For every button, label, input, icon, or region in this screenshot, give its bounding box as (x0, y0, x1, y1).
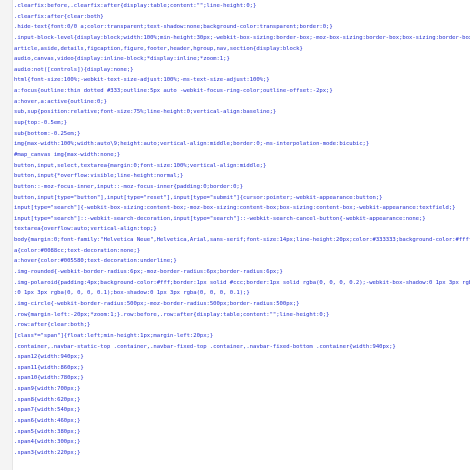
code-text: .span8{width:620px;} (14, 396, 81, 403)
code-line[interactable]: input[type="search"]::-webkit-search-dec… (0, 214, 470, 225)
code-line[interactable]: a:focus{outline:thin dotted #333;outline… (0, 86, 470, 97)
code-text: button,input{*overflow:visible;line-heig… (14, 173, 184, 180)
code-text: a{color:#0088cc;text-decoration:none;} (14, 247, 141, 254)
code-text: .span10{width:780px;} (14, 375, 84, 382)
code-text: [class*="span"]{float:left;min-height:1p… (14, 332, 214, 339)
code-line[interactable]: button,input,select,textarea{margin:0;fo… (0, 161, 470, 172)
code-text: button::-moz-focus-inner,input::-moz-foc… (14, 183, 244, 190)
code-text: button,input[type="button"],input[type="… (14, 194, 383, 201)
code-line[interactable]: a{color:#0088cc;text-decoration:none;} (0, 246, 470, 257)
code-text: .img-rounded{-webkit-border-radius:6px;-… (14, 269, 283, 276)
code-text: button,input,select,textarea{margin:0;fo… (14, 162, 267, 169)
code-line[interactable]: .container,.navbar-static-top .container… (0, 342, 470, 353)
code-text: .clearfix:after{clear:both} (14, 13, 104, 20)
code-line[interactable]: .row{margin-left:-20px;*zoom:1;}.row:bef… (0, 310, 470, 321)
code-line[interactable]: article,aside,details,figcaption,figure,… (0, 44, 470, 55)
code-text: a:hover{color:#005580;text-decoration:un… (14, 258, 177, 265)
code-text: textarea{overflow:auto;vertical-align:to… (14, 226, 157, 233)
code-text: sup{top:-0.5em;} (14, 120, 68, 127)
code-text: article,aside,details,figcaption,figure,… (14, 45, 303, 52)
code-line[interactable]: #map_canvas img{max-width:none;} (0, 150, 470, 161)
code-text: .span5{width:380px;} (14, 428, 81, 435)
code-line[interactable]: .img-rounded{-webkit-border-radius:6px;-… (0, 267, 470, 278)
code-text: :0 1px 3px rgba(0, 0, 0, 0.1);box-shadow… (14, 290, 250, 297)
code-text: .hide-text{font:0/0 a;color:transparent;… (14, 24, 333, 31)
code-text: input[type="search"]::-webkit-search-dec… (14, 215, 426, 222)
code-line[interactable]: button,input{*overflow:visible;line-heig… (0, 171, 470, 182)
code-line[interactable]: .span9{width:700px;} (0, 384, 470, 395)
code-line[interactable]: textarea{overflow:auto;vertical-align:to… (0, 224, 470, 235)
code-line[interactable]: .img-circle{-webkit-border-radius:500px;… (0, 299, 470, 310)
code-text: img{max-width:100%;width:auto\9;height:a… (14, 141, 370, 148)
code-text: input[type="search"]{-webkit-box-sizing:… (14, 205, 456, 212)
code-line[interactable]: .span7{width:540px;} (0, 405, 470, 416)
code-line[interactable]: body{margin:0;font-family:"Helvetica Neu… (0, 235, 470, 246)
code-line[interactable]: button::-moz-focus-inner,input::-moz-foc… (0, 182, 470, 193)
code-line[interactable]: button,input[type="button"],input[type="… (0, 193, 470, 204)
code-text: .span4{width:300px;} (14, 439, 81, 446)
code-line[interactable]: :0 1px 3px rgba(0, 0, 0, 0.1);box-shadow… (0, 288, 470, 299)
code-line[interactable]: html{font-size:100%;-webkit-text-size-ad… (0, 75, 470, 86)
code-line[interactable]: .span10{width:780px;} (0, 373, 470, 384)
code-text: .row{margin-left:-20px;*zoom:1;}.row:bef… (14, 311, 330, 318)
code-line[interactable]: .span3{width:220px;} (0, 448, 470, 459)
code-line[interactable]: [class*="span"]{float:left;min-height:1p… (0, 331, 470, 342)
code-line[interactable]: .span8{width:620px;} (0, 395, 470, 406)
code-text: sub,sup{position:relative;font-size:75%;… (14, 109, 277, 116)
code-line[interactable]: .row:after{clear:both;} (0, 320, 470, 331)
code-line[interactable]: sub,sup{position:relative;font-size:75%;… (0, 107, 470, 118)
code-line[interactable]: .hide-text{font:0/0 a;color:transparent;… (0, 22, 470, 33)
code-text: .span12{width:940px;} (14, 354, 84, 361)
code-text: .span11{width:860px;} (14, 364, 84, 371)
code-text: html{font-size:100%;-webkit-text-size-ad… (14, 77, 270, 84)
code-text: sub{bottom:-0.25em;} (14, 130, 81, 137)
code-line[interactable]: sub{bottom:-0.25em;} (0, 129, 470, 140)
code-text: .span3{width:220px;} (14, 449, 81, 456)
code-line[interactable]: .span6{width:460px;} (0, 416, 470, 427)
code-text: .input-block-level{display:block;width:1… (14, 34, 470, 41)
code-line[interactable]: a:hover,a:active{outline:0;} (0, 97, 470, 108)
code-text: .row:after{clear:both;} (14, 322, 91, 329)
code-text: .img-polaroid{padding:4px;background-col… (14, 279, 470, 286)
code-line[interactable]: .span11{width:860px;} (0, 363, 470, 374)
code-text: .span7{width:540px;} (14, 407, 81, 414)
code-text: .container,.navbar-static-top .container… (14, 343, 396, 350)
code-text: audio,canvas,video{display:inline-block;… (14, 56, 230, 63)
code-line[interactable]: .input-block-level{display:block;width:1… (0, 33, 470, 44)
code-line[interactable]: .span5{width:380px;} (0, 427, 470, 438)
code-text: a:hover,a:active{outline:0;} (14, 98, 107, 105)
code-text: body{margin:0;font-family:"Helvetica Neu… (14, 237, 470, 244)
code-line[interactable]: audio,canvas,video{display:inline-block;… (0, 54, 470, 65)
code-text: .span9{width:700px;} (14, 386, 81, 393)
code-text: .clearfix:before,.clearfix:after{display… (14, 3, 257, 9)
code-text: audio:not([controls]){display:none;} (14, 66, 134, 73)
code-line[interactable]: .span4{width:300px;} (0, 437, 470, 448)
code-text: .span6{width:460px;} (14, 417, 81, 424)
code-editor[interactable]: .clearfix:before,.clearfix:after{display… (0, 0, 470, 470)
code-line[interactable]: img{max-width:100%;width:auto\9;height:a… (0, 139, 470, 150)
code-line[interactable]: .img-polaroid{padding:4px;background-col… (0, 278, 470, 289)
code-line[interactable]: input[type="search"]{-webkit-box-sizing:… (0, 203, 470, 214)
code-line[interactable]: .span12{width:940px;} (0, 352, 470, 363)
code-text: #map_canvas img{max-width:none;} (14, 151, 121, 158)
code-line[interactable]: a:hover{color:#005580;text-decoration:un… (0, 256, 470, 267)
code-text: .img-circle{-webkit-border-radius:500px;… (14, 300, 300, 307)
code-text: a:focus{outline:thin dotted #333;outline… (14, 88, 333, 95)
code-line[interactable]: .clearfix:after{clear:both} (0, 12, 470, 23)
code-lines: .clearfix:before,.clearfix:after{display… (0, 1, 470, 459)
code-line[interactable]: audio:not([controls]){display:none;} (0, 65, 470, 76)
code-line[interactable]: .clearfix:before,.clearfix:after{display… (0, 1, 470, 12)
code-line[interactable]: sup{top:-0.5em;} (0, 118, 470, 129)
